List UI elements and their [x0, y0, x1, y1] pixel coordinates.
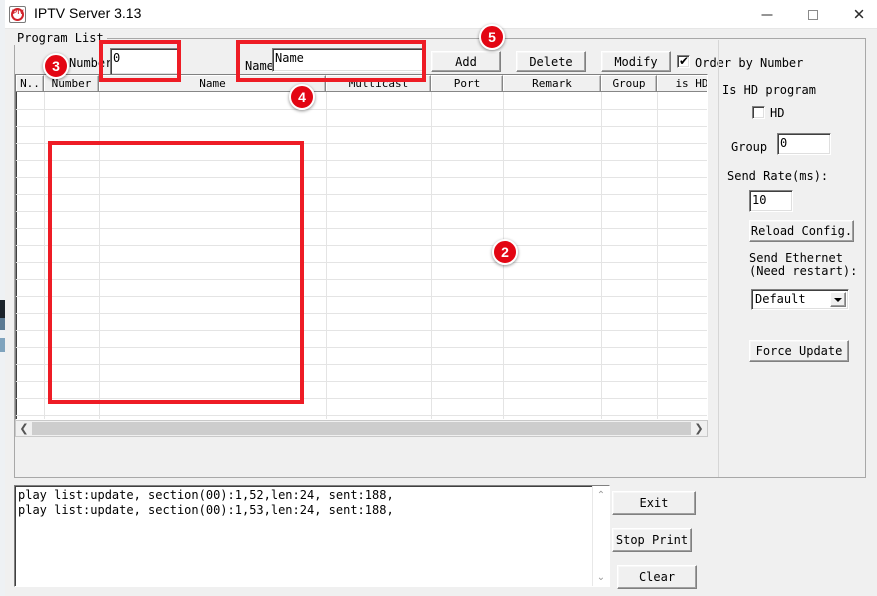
hd-checkbox[interactable]: [752, 106, 765, 119]
send-rate-label: Send Rate(ms):: [727, 169, 828, 183]
table-row[interactable]: [16, 245, 707, 246]
group-label: Group: [731, 140, 767, 154]
table-column-divider: [326, 92, 327, 420]
table-row[interactable]: [16, 160, 707, 161]
number-label: Number: [69, 56, 112, 70]
table-header-group[interactable]: Group: [601, 75, 657, 91]
close-button[interactable]: ✕: [836, 0, 877, 29]
table-header-ishd[interactable]: is HD: [657, 75, 708, 91]
is-hd-program-label: Is HD program: [722, 83, 816, 97]
table-header-multicast[interactable]: Multicast: [326, 75, 431, 91]
minimize-icon: [762, 14, 773, 15]
checkbox-tick-icon: ✔: [679, 55, 689, 68]
table-body[interactable]: [16, 92, 707, 420]
table-row[interactable]: [16, 347, 707, 348]
table-column-divider: [431, 92, 432, 420]
table-row[interactable]: [16, 330, 707, 331]
scroll-right-icon[interactable]: ❯: [691, 421, 707, 436]
maximize-button[interactable]: [790, 0, 836, 29]
table-row[interactable]: [16, 398, 707, 399]
send-ethernet-label-line1: Send Ethernet: [749, 251, 843, 265]
table-row[interactable]: [16, 279, 707, 280]
table-header-port[interactable]: Port: [431, 75, 503, 91]
table-row[interactable]: [16, 381, 707, 382]
log-scroll-up-icon[interactable]: ⌃: [593, 487, 609, 503]
delete-button[interactable]: Delete: [516, 51, 586, 72]
table-row[interactable]: [16, 211, 707, 212]
scroll-left-icon[interactable]: ❮: [16, 421, 32, 436]
table-horizontal-scrollbar[interactable]: ❮ ❯: [15, 420, 708, 437]
table-row[interactable]: [16, 364, 707, 365]
clear-button[interactable]: Clear: [617, 565, 697, 589]
exit-button[interactable]: Exit: [612, 491, 696, 515]
table-row[interactable]: [16, 177, 707, 178]
table-header-remark[interactable]: Remark: [503, 75, 601, 91]
table-row[interactable]: [16, 313, 707, 314]
table-column-divider: [44, 92, 45, 420]
table-row[interactable]: [16, 126, 707, 127]
table-column-divider: [657, 92, 658, 420]
iptv-icon-label: IPTV: [10, 10, 25, 16]
table-scroll-thumb[interactable]: [32, 422, 691, 435]
modify-button[interactable]: Modify: [601, 51, 671, 72]
badge-4: 4: [289, 84, 315, 110]
add-button[interactable]: Add: [431, 51, 501, 72]
minimize-button[interactable]: [744, 0, 790, 29]
panel-divider: [718, 40, 719, 477]
reload-config-button[interactable]: Reload Config.: [749, 220, 854, 242]
table-row[interactable]: [16, 415, 707, 416]
table-row[interactable]: [16, 143, 707, 144]
table-row[interactable]: [16, 262, 707, 263]
program-table[interactable]: N..NumberNameMulticastPortRemarkGroupis …: [15, 74, 708, 420]
window-title: IPTV Server 3.13: [34, 5, 141, 21]
title-bar: IPTV IPTV Server 3.13 ✕: [5, 0, 877, 29]
table-header-n[interactable]: N..: [16, 75, 44, 91]
ethernet-select[interactable]: Default: [751, 289, 849, 310]
badge-2: 2: [492, 239, 518, 265]
send-rate-input[interactable]: 10: [749, 190, 793, 212]
group-input[interactable]: 0: [777, 133, 831, 155]
stop-print-button[interactable]: Stop Print: [612, 528, 692, 552]
table-column-divider: [99, 92, 100, 420]
program-list-title: Program List: [14, 31, 107, 45]
name-input[interactable]: Name: [272, 48, 424, 72]
force-update-button[interactable]: Force Update: [749, 340, 849, 362]
order-by-number-checkbox[interactable]: ✔: [677, 55, 690, 68]
order-by-number-label: Order by Number: [695, 56, 803, 70]
table-row[interactable]: [16, 194, 707, 195]
table-row[interactable]: [16, 228, 707, 229]
maximize-icon: [808, 10, 818, 20]
table-row[interactable]: [16, 296, 707, 297]
log-scroll-down-icon[interactable]: ⌄: [593, 569, 609, 585]
close-icon: ✕: [853, 7, 866, 22]
log-vertical-scrollbar[interactable]: ⌃ ⌄: [592, 486, 609, 586]
badge-3: 3: [43, 53, 69, 79]
log-output-panel[interactable]: play list:update, section(00):1,52,len:2…: [14, 485, 610, 587]
table-row[interactable]: [16, 109, 707, 110]
iptv-app-icon: IPTV: [9, 6, 26, 23]
log-text: play list:update, section(00):1,52,len:2…: [18, 488, 589, 518]
ethernet-select-value: Default: [755, 292, 806, 306]
table-header-row: N..NumberNameMulticastPortRemarkGroupis …: [16, 75, 707, 92]
hd-label: HD: [770, 106, 784, 120]
app-root: IPTV IPTV Server 3.13 ✕ Program List Num…: [0, 0, 877, 596]
name-label: Name: [245, 59, 274, 73]
iptv-server-window: IPTV IPTV Server 3.13 ✕ Program List Num…: [5, 0, 877, 596]
number-input[interactable]: 0: [110, 48, 180, 75]
chevron-down-icon[interactable]: [830, 292, 846, 307]
send-ethernet-label-line2: (Need restart):: [749, 264, 857, 278]
table-column-divider: [601, 92, 602, 420]
badge-5: 5: [479, 24, 505, 50]
